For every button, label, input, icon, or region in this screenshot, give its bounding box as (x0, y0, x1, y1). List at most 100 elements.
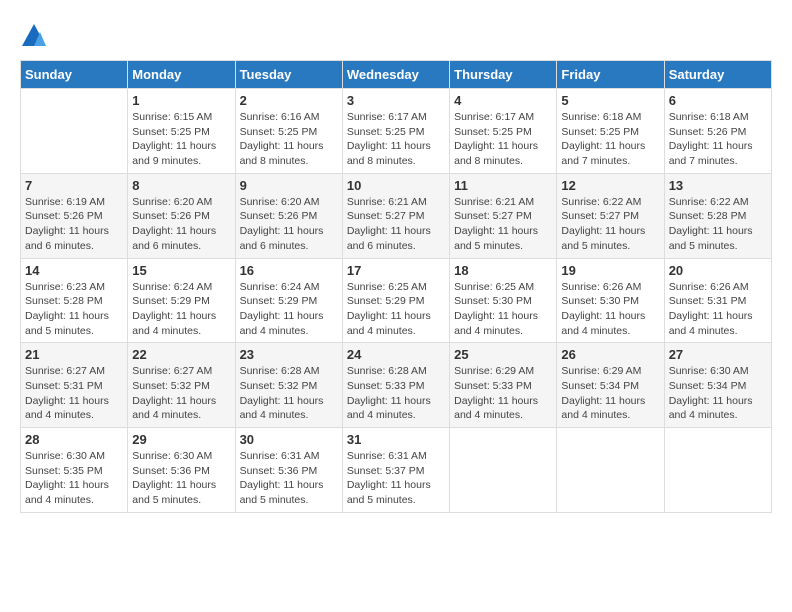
calendar-cell: 7 Sunrise: 6:19 AMSunset: 5:26 PMDaylight… (21, 173, 128, 258)
calendar-cell: 4 Sunrise: 6:17 AMSunset: 5:25 PMDaylight… (450, 89, 557, 174)
calendar-cell: 1 Sunrise: 6:15 AMSunset: 5:25 PMDaylight… (128, 89, 235, 174)
header-tuesday: Tuesday (235, 61, 342, 89)
day-info: Sunrise: 6:24 AMSunset: 5:29 PMDaylight:… (132, 280, 230, 339)
calendar-cell (557, 428, 664, 513)
day-number: 12 (561, 178, 659, 193)
calendar-cell: 23 Sunrise: 6:28 AMSunset: 5:32 PMDayligh… (235, 343, 342, 428)
day-info: Sunrise: 6:17 AMSunset: 5:25 PMDaylight:… (454, 110, 552, 169)
day-number: 13 (669, 178, 767, 193)
calendar-cell: 30 Sunrise: 6:31 AMSunset: 5:36 PMDayligh… (235, 428, 342, 513)
calendar-cell: 27 Sunrise: 6:30 AMSunset: 5:34 PMDayligh… (664, 343, 771, 428)
day-info: Sunrise: 6:24 AMSunset: 5:29 PMDaylight:… (240, 280, 338, 339)
calendar-cell (450, 428, 557, 513)
day-info: Sunrise: 6:28 AMSunset: 5:33 PMDaylight:… (347, 364, 445, 423)
header-wednesday: Wednesday (342, 61, 449, 89)
day-info: Sunrise: 6:21 AMSunset: 5:27 PMDaylight:… (347, 195, 445, 254)
page-header (20, 20, 772, 50)
calendar-week-2: 7 Sunrise: 6:19 AMSunset: 5:26 PMDaylight… (21, 173, 772, 258)
header-sunday: Sunday (21, 61, 128, 89)
calendar-cell: 24 Sunrise: 6:28 AMSunset: 5:33 PMDayligh… (342, 343, 449, 428)
day-number: 10 (347, 178, 445, 193)
day-info: Sunrise: 6:27 AMSunset: 5:31 PMDaylight:… (25, 364, 123, 423)
calendar-table: SundayMondayTuesdayWednesdayThursdayFrid… (20, 60, 772, 513)
day-info: Sunrise: 6:31 AMSunset: 5:37 PMDaylight:… (347, 449, 445, 508)
day-info: Sunrise: 6:22 AMSunset: 5:27 PMDaylight:… (561, 195, 659, 254)
day-number: 9 (240, 178, 338, 193)
calendar-cell: 18 Sunrise: 6:25 AMSunset: 5:30 PMDayligh… (450, 258, 557, 343)
day-info: Sunrise: 6:25 AMSunset: 5:29 PMDaylight:… (347, 280, 445, 339)
calendar-cell: 10 Sunrise: 6:21 AMSunset: 5:27 PMDayligh… (342, 173, 449, 258)
calendar-cell: 22Sunrise: 6:27 AMSunset: 5:32 PMDayligh… (128, 343, 235, 428)
calendar-header-row: SundayMondayTuesdayWednesdayThursdayFrid… (21, 61, 772, 89)
calendar-cell: 29Sunrise: 6:30 AMSunset: 5:36 PMDayligh… (128, 428, 235, 513)
day-number: 28 (25, 432, 123, 447)
day-info: Sunrise: 6:30 AMSunset: 5:36 PMDaylight:… (132, 449, 230, 508)
calendar-cell: 11 Sunrise: 6:21 AMSunset: 5:27 PMDayligh… (450, 173, 557, 258)
calendar-cell: 3 Sunrise: 6:17 AMSunset: 5:25 PMDaylight… (342, 89, 449, 174)
calendar-cell: 8 Sunrise: 6:20 AMSunset: 5:26 PMDaylight… (128, 173, 235, 258)
day-number: 31 (347, 432, 445, 447)
day-number: 15 (132, 263, 230, 278)
day-info: Sunrise: 6:20 AMSunset: 5:26 PMDaylight:… (132, 195, 230, 254)
calendar-week-3: 14Sunrise: 6:23 AMSunset: 5:28 PMDayligh… (21, 258, 772, 343)
day-number: 4 (454, 93, 552, 108)
header-saturday: Saturday (664, 61, 771, 89)
day-number: 18 (454, 263, 552, 278)
calendar-cell: 25 Sunrise: 6:29 AMSunset: 5:33 PMDayligh… (450, 343, 557, 428)
calendar-cell: 14Sunrise: 6:23 AMSunset: 5:28 PMDayligh… (21, 258, 128, 343)
day-info: Sunrise: 6:28 AMSunset: 5:32 PMDaylight:… (240, 364, 338, 423)
calendar-cell: 19Sunrise: 6:26 AMSunset: 5:30 PMDayligh… (557, 258, 664, 343)
calendar-week-4: 21Sunrise: 6:27 AMSunset: 5:31 PMDayligh… (21, 343, 772, 428)
calendar-cell: 5Sunrise: 6:18 AMSunset: 5:25 PMDaylight… (557, 89, 664, 174)
day-number: 16 (240, 263, 338, 278)
calendar-cell: 17 Sunrise: 6:25 AMSunset: 5:29 PMDayligh… (342, 258, 449, 343)
calendar-cell: 15 Sunrise: 6:24 AMSunset: 5:29 PMDayligh… (128, 258, 235, 343)
day-number: 3 (347, 93, 445, 108)
day-info: Sunrise: 6:16 AMSunset: 5:25 PMDaylight:… (240, 110, 338, 169)
header-thursday: Thursday (450, 61, 557, 89)
day-number: 5 (561, 93, 659, 108)
day-number: 30 (240, 432, 338, 447)
day-info: Sunrise: 6:18 AMSunset: 5:26 PMDaylight:… (669, 110, 767, 169)
day-number: 8 (132, 178, 230, 193)
calendar-cell: 21Sunrise: 6:27 AMSunset: 5:31 PMDayligh… (21, 343, 128, 428)
logo (20, 20, 52, 50)
logo-icon (20, 22, 48, 50)
calendar-cell: 2 Sunrise: 6:16 AMSunset: 5:25 PMDaylight… (235, 89, 342, 174)
calendar-week-1: 1 Sunrise: 6:15 AMSunset: 5:25 PMDaylight… (21, 89, 772, 174)
day-info: Sunrise: 6:29 AMSunset: 5:34 PMDaylight:… (561, 364, 659, 423)
day-number: 11 (454, 178, 552, 193)
day-info: Sunrise: 6:19 AMSunset: 5:26 PMDaylight:… (25, 195, 123, 254)
day-number: 19 (561, 263, 659, 278)
calendar-cell: 28Sunrise: 6:30 AMSunset: 5:35 PMDayligh… (21, 428, 128, 513)
day-info: Sunrise: 6:25 AMSunset: 5:30 PMDaylight:… (454, 280, 552, 339)
day-number: 14 (25, 263, 123, 278)
day-info: Sunrise: 6:17 AMSunset: 5:25 PMDaylight:… (347, 110, 445, 169)
header-monday: Monday (128, 61, 235, 89)
day-number: 22 (132, 347, 230, 362)
day-number: 24 (347, 347, 445, 362)
day-number: 1 (132, 93, 230, 108)
calendar-cell: 26Sunrise: 6:29 AMSunset: 5:34 PMDayligh… (557, 343, 664, 428)
calendar-cell: 31 Sunrise: 6:31 AMSunset: 5:37 PMDayligh… (342, 428, 449, 513)
day-number: 23 (240, 347, 338, 362)
day-info: Sunrise: 6:20 AMSunset: 5:26 PMDaylight:… (240, 195, 338, 254)
day-number: 7 (25, 178, 123, 193)
day-info: Sunrise: 6:15 AMSunset: 5:25 PMDaylight:… (132, 110, 230, 169)
calendar-cell: 9 Sunrise: 6:20 AMSunset: 5:26 PMDaylight… (235, 173, 342, 258)
calendar-cell (21, 89, 128, 174)
day-info: Sunrise: 6:29 AMSunset: 5:33 PMDaylight:… (454, 364, 552, 423)
day-info: Sunrise: 6:31 AMSunset: 5:36 PMDaylight:… (240, 449, 338, 508)
day-number: 25 (454, 347, 552, 362)
calendar-cell: 16 Sunrise: 6:24 AMSunset: 5:29 PMDayligh… (235, 258, 342, 343)
calendar-week-5: 28Sunrise: 6:30 AMSunset: 5:35 PMDayligh… (21, 428, 772, 513)
day-number: 20 (669, 263, 767, 278)
day-info: Sunrise: 6:22 AMSunset: 5:28 PMDaylight:… (669, 195, 767, 254)
calendar-cell: 12 Sunrise: 6:22 AMSunset: 5:27 PMDayligh… (557, 173, 664, 258)
day-number: 2 (240, 93, 338, 108)
day-number: 27 (669, 347, 767, 362)
header-friday: Friday (557, 61, 664, 89)
day-number: 17 (347, 263, 445, 278)
day-info: Sunrise: 6:21 AMSunset: 5:27 PMDaylight:… (454, 195, 552, 254)
day-info: Sunrise: 6:30 AMSunset: 5:34 PMDaylight:… (669, 364, 767, 423)
